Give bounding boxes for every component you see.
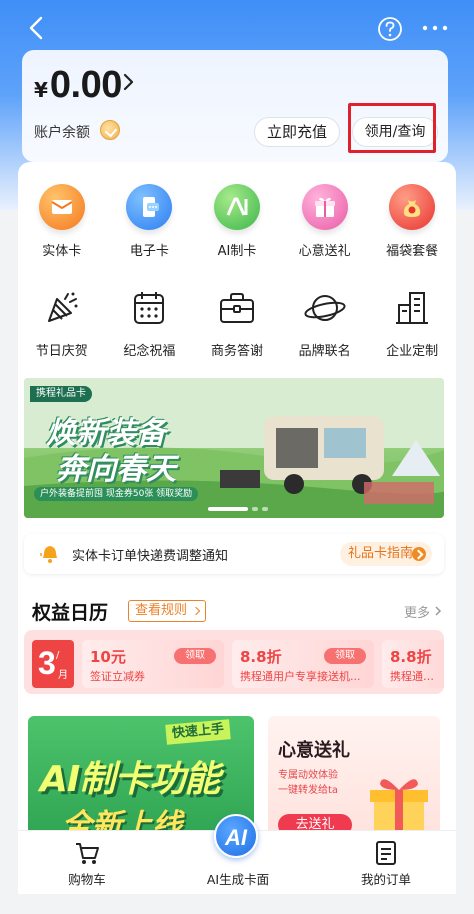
guide-label: 礼品卡指南: [348, 546, 414, 561]
carousel-indicator: [208, 507, 268, 511]
ai-generate-button[interactable]: AI: [214, 814, 258, 858]
view-rules-link[interactable]: 查看规则: [128, 600, 207, 622]
arrow-right-icon: [412, 547, 426, 561]
chevron-right-icon[interactable]: [122, 70, 136, 94]
physical-card-icon: [38, 184, 85, 230]
claim-coupon-button[interactable]: 领取: [174, 648, 216, 664]
carousel-dot: [252, 507, 258, 511]
category-row-primary: 实体卡 电子卡 AI制卡 心意送礼 福袋套餐: [18, 184, 456, 259]
date-day: 3: [38, 645, 56, 681]
app-screen: ¥ 0.00 账户余额 立即充值 领用/查询 实体卡 电子卡 AI制卡 心意送礼…: [0, 0, 474, 914]
e-card-icon: [126, 184, 173, 230]
currency-symbol: ¥: [34, 78, 48, 102]
gift-icon: [301, 184, 348, 230]
claim-coupon-button[interactable]: 领取: [324, 648, 366, 664]
coupon-desc: 签证立减券: [90, 670, 145, 683]
coupon-title: 8.8折: [390, 648, 432, 666]
promo-title: 心意送礼: [278, 740, 350, 761]
chevron-left-icon[interactable]: [26, 15, 46, 41]
category-label: 电子卡: [129, 244, 169, 259]
category-label: 节日庆贺: [35, 344, 88, 359]
coupon-card[interactable]: 10元 签证立减券 领取: [82, 640, 224, 688]
building-icon: [390, 286, 434, 330]
category-e-card[interactable]: 电子卡: [106, 184, 194, 259]
category-gift[interactable]: 心意送礼: [281, 184, 369, 259]
recharge-button[interactable]: 立即充值: [254, 117, 340, 147]
promo-title: AI制卡功能: [40, 759, 220, 800]
category-label: 心意送礼: [298, 244, 351, 259]
tab-orders[interactable]: 我的订单: [356, 831, 416, 895]
date-separator: /: [56, 650, 60, 661]
category-enterprise[interactable]: 企业定制: [368, 286, 456, 359]
tab-label: AI生成卡面: [206, 872, 270, 887]
calendar-icon: [127, 286, 171, 330]
category-label: 福袋套餐: [386, 244, 439, 259]
coupon-card[interactable]: 8.8折 携程通用户专享接送机... 领取: [232, 640, 374, 688]
promo-tag: 快速上手: [165, 719, 231, 745]
coupon-card[interactable]: 8.8折 携程通用户...: [382, 640, 444, 688]
cart-icon: [76, 843, 99, 864]
coupon-desc: 携程通用户专享接送机...: [240, 670, 361, 683]
category-label: 纪念祝福: [123, 344, 176, 359]
promo-desc-line: 专属动效体验: [278, 770, 338, 781]
balance-value: 0.00: [49, 64, 122, 106]
category-festival[interactable]: 节日庆贺: [18, 286, 106, 359]
category-label: AI制卡: [217, 244, 257, 259]
chevron-right-icon[interactable]: [434, 606, 442, 616]
tab-cart[interactable]: 购物车: [62, 831, 112, 895]
category-brand[interactable]: 品牌联名: [281, 286, 369, 359]
notice-bar[interactable]: 实体卡订单快递费调整通知 礼品卡指南: [24, 534, 444, 574]
coupon-title: 8.8折: [240, 648, 282, 666]
party-popper-icon: [40, 286, 84, 330]
banner-title-line2: 奔向春天: [56, 452, 176, 487]
balance-amount[interactable]: ¥ 0.00: [34, 64, 122, 108]
date-month: 月: [58, 670, 68, 681]
date-badge: 3 / 月: [32, 640, 74, 688]
category-lucky-bag[interactable]: 福袋套餐: [368, 184, 456, 259]
banner-subtitle: 户外装备提前囤 现金券50张 领取奖励: [34, 487, 199, 501]
top-nav: [0, 12, 474, 46]
gift-card-guide-button[interactable]: 礼品卡指南: [340, 542, 432, 566]
category-ai-card[interactable]: AI制卡: [193, 184, 281, 259]
tab-label: 购物车: [68, 872, 106, 887]
category-physical-card[interactable]: 实体卡: [18, 184, 106, 259]
coin-icon: [100, 120, 120, 140]
order-list-icon: [376, 841, 396, 865]
ellipsis-icon[interactable]: [420, 18, 450, 38]
promo-desc: 专属动效体验 一键转发给ta: [278, 768, 358, 798]
coupon-desc: 携程通用户...: [390, 670, 444, 683]
category-label: 企业定制: [386, 344, 439, 359]
planet-icon: [303, 286, 347, 330]
gift-box-icon: [370, 779, 428, 832]
main-content: 实体卡 电子卡 AI制卡 心意送礼 福袋套餐 节日庆贺 纪念祝福 商务答谢 品牌…: [18, 162, 456, 842]
banner-logo: 携程礼品卡: [30, 386, 92, 402]
category-anniversary[interactable]: 纪念祝福: [106, 286, 194, 359]
category-business[interactable]: 商务答谢: [193, 286, 281, 359]
balance-card: ¥ 0.00 账户余额 立即充值 领用/查询: [22, 50, 448, 162]
notice-text: 实体卡订单快递费调整通知: [72, 549, 229, 564]
ai-card-icon: [213, 184, 260, 230]
benefits-calendar: 3 / 月 10元 签证立减券 领取 8.8折 携程通用户专享接送机... 领取…: [24, 630, 444, 694]
tab-label: 我的订单: [360, 872, 411, 887]
category-label: 品牌联名: [298, 344, 351, 359]
lucky-bag-icon: [389, 184, 436, 230]
carousel-dot: [262, 507, 268, 511]
promo-desc-line: 一键转发给ta: [278, 785, 339, 796]
bell-icon: [40, 546, 57, 563]
briefcase-icon: [215, 286, 259, 330]
claim-query-button[interactable]: 领用/查询: [352, 117, 438, 147]
carousel-dot-active: [208, 507, 248, 511]
question-circle-icon[interactable]: [377, 16, 403, 42]
more-link[interactable]: 更多: [404, 602, 430, 621]
balance-label: 账户余额: [34, 125, 90, 141]
gift-promo[interactable]: 心意送礼 专属动效体验 一键转发给ta 去送礼: [268, 716, 440, 842]
category-row-occasion: 节日庆贺 纪念祝福 商务答谢 品牌联名 企业定制: [18, 286, 456, 359]
benefits-title: 权益日历: [32, 602, 109, 624]
coupon-title: 10元: [90, 648, 126, 666]
category-label: 实体卡: [42, 244, 82, 259]
category-label: 商务答谢: [210, 344, 263, 359]
promo-banner[interactable]: 携程礼品卡 焕新装备 奔向春天 户外装备提前囤 现金券50张 领取奖励: [24, 378, 444, 518]
